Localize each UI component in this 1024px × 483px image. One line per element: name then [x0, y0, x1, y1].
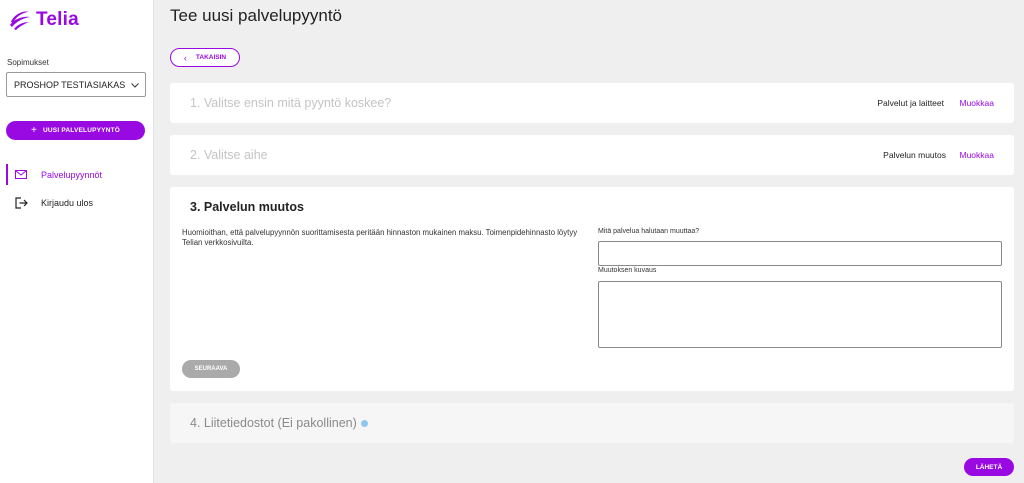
- step-4-title-row: 4. Liitetiedostot (Ei pakollinen): [190, 416, 368, 430]
- chevron-left-icon: ‹: [183, 52, 187, 63]
- info-icon[interactable]: [360, 419, 368, 427]
- new-request-button[interactable]: + UUSI PALVELUPYYNTÖ: [6, 121, 145, 140]
- back-label: TAKAISIN: [195, 54, 227, 61]
- step-2-card: 2. Valitse aihe Palvelun muutos Muokkaa: [170, 135, 1014, 175]
- brand-name: Telia: [36, 9, 79, 30]
- description-textarea[interactable]: [598, 281, 1002, 348]
- step-1-title: 1. Valitse ensin mitä pyyntö koskee?: [190, 96, 392, 110]
- chevron-down-icon: [128, 80, 142, 90]
- nav-item-logout-label: Kirjaudu ulos: [41, 198, 94, 208]
- service-input[interactable]: [598, 241, 1002, 266]
- sidebar: Telia Sopimukset PROSHOP TESTIASIAKAS - …: [0, 0, 154, 483]
- new-request-label: UUSI PALVELUPYYNTÖ: [43, 127, 121, 134]
- step-2-edit-link[interactable]: Muokkaa: [960, 150, 995, 160]
- nav-item-requests-label: Palvelupyynnöt: [41, 169, 103, 180]
- step-1-value: Palvelut ja laitteet: [877, 98, 944, 108]
- mail-icon: [14, 169, 28, 181]
- telia-logo[interactable]: Telia: [8, 8, 79, 32]
- step-1-card: 1. Valitse ensin mitä pyyntö koskee? Pal…: [170, 83, 1014, 123]
- step-3-title: 3. Palvelun muutos: [190, 200, 304, 214]
- step-2-title: 2. Valitse aihe: [190, 148, 268, 162]
- nav-item-requests[interactable]: Palvelupyynnöt: [6, 164, 153, 185]
- contracts-label: Sopimukset: [7, 58, 49, 67]
- plus-icon: +: [30, 125, 37, 136]
- step-1-edit-link[interactable]: Muokkaa: [960, 98, 995, 108]
- telia-logo-icon: [10, 11, 30, 30]
- fee-notice: Huomioithan, että palvelupyynnön suoritt…: [182, 228, 578, 247]
- page-title: Tee uusi palvelupyyntö: [170, 6, 343, 25]
- nav-item-logout[interactable]: Kirjaudu ulos: [6, 193, 153, 213]
- step-3-card: 3. Palvelun muutos Huomioithan, että pal…: [170, 187, 1014, 391]
- contract-select-value: PROSHOP TESTIASIAKAS - 215: [14, 79, 128, 90]
- contract-select[interactable]: PROSHOP TESTIASIAKAS - 215: [6, 72, 146, 97]
- service-field-label: Mitä palvelua halutaan muuttaa?: [598, 228, 700, 235]
- step-2-value: Palvelun muutos: [883, 150, 946, 160]
- step-4-title: 4. Liitetiedostot (Ei pakollinen): [190, 416, 357, 430]
- logout-icon: [14, 197, 28, 209]
- back-button[interactable]: ‹ TAKAISIN: [170, 48, 240, 67]
- send-button[interactable]: LÄHETÄ: [964, 458, 1014, 476]
- description-field-label: Muutoksen kuvaus: [598, 267, 657, 274]
- step-4-card[interactable]: 4. Liitetiedostot (Ei pakollinen): [170, 403, 1014, 443]
- next-button[interactable]: SEURAAVA: [182, 360, 240, 378]
